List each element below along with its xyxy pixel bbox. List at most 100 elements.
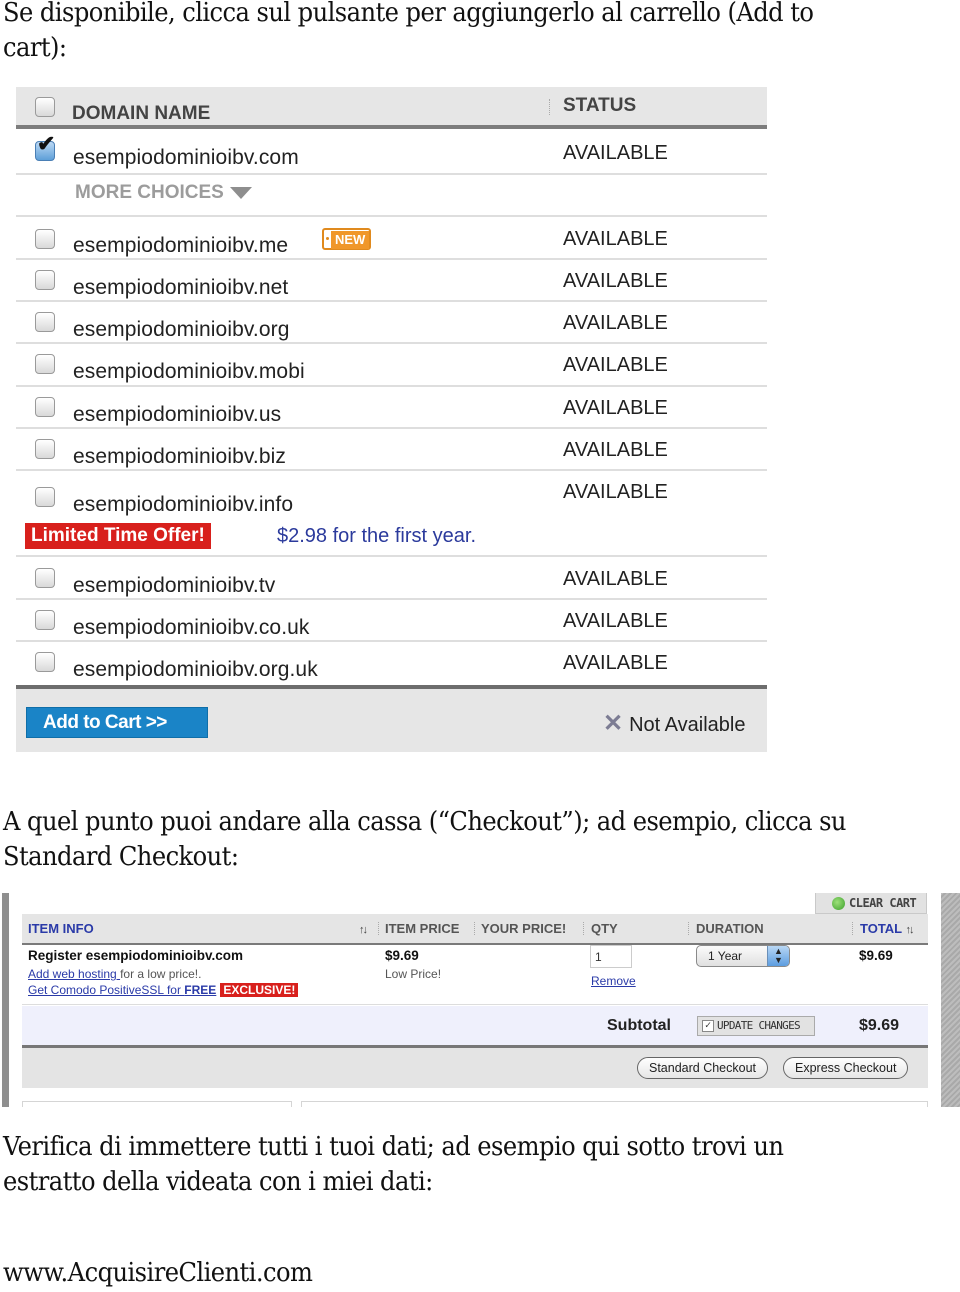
- domain-checkbox[interactable]: [35, 652, 55, 672]
- domain-checkbox[interactable]: [35, 487, 55, 507]
- checkout-bar: Standard Checkout Express Checkout: [22, 1048, 928, 1088]
- more-choices-toggle[interactable]: MORE CHOICES: [75, 182, 252, 204]
- more-choices-row[interactable]: MORE CHOICES: [16, 175, 767, 217]
- domain-status: AVAILABLE: [563, 228, 668, 250]
- duration-value: 1 Year: [708, 949, 743, 963]
- duration-select[interactable]: 1 Year ▲ ▼: [696, 945, 790, 967]
- column-separator: [378, 922, 379, 935]
- domain-status: AVAILABLE: [563, 397, 668, 419]
- domain-name: esempiodominioibv.org: [73, 318, 290, 341]
- select-stepper-icon: ▲ ▼: [767, 946, 789, 966]
- comodo-ssl-link[interactable]: Get Comodo PositiveSSL for FREE: [28, 983, 216, 997]
- item-total: $9.69: [859, 948, 893, 963]
- domain-name: esempiodominioibv.net: [73, 276, 289, 299]
- offer-text: $2.98 for the first year.: [277, 525, 476, 547]
- domain-name: esempiodominioibv.us: [73, 403, 282, 426]
- total-label: TOTAL: [860, 921, 902, 936]
- domain-checkbox[interactable]: [35, 312, 55, 332]
- domain-row[interactable]: esempiodominioibv.me NEW AVAILABLE: [16, 217, 767, 260]
- cart-item-row: Register esempiodominioibv.com Add web h…: [22, 945, 928, 1005]
- ssl-line: Get Comodo PositiveSSL for FREE EXCLUSIVE…: [28, 983, 299, 997]
- domain-row[interactable]: esempiodominioibv.net AVAILABLE: [16, 260, 767, 302]
- column-separator: [474, 922, 475, 935]
- domain-name: esempiodominioibv.tv: [73, 574, 276, 597]
- update-changes-button[interactable]: ✓ UPDATE CHANGES: [697, 1016, 815, 1036]
- domain-name: esempiodominioibv.info: [73, 493, 294, 516]
- domain-checkbox-checked[interactable]: ✔: [35, 133, 55, 161]
- domain-row-primary[interactable]: ✔ esempiodominioibv.com AVAILABLE: [16, 133, 767, 175]
- standard-checkout-button[interactable]: Standard Checkout: [637, 1057, 769, 1079]
- not-available-label: Not Available: [629, 714, 746, 736]
- left-border: [2, 893, 9, 1107]
- domain-status: AVAILABLE: [563, 142, 668, 164]
- intro-text-line-2: cart):: [3, 33, 67, 63]
- domain-name: esempiodominioibv.org.uk: [73, 658, 318, 681]
- ssl-free-text: FREE: [184, 983, 217, 997]
- domain-row-with-offer[interactable]: esempiodominioibv.info AVAILABLE Limited…: [16, 471, 767, 557]
- scrollbar[interactable]: [941, 893, 960, 1107]
- item-price: $9.69: [385, 948, 419, 963]
- domain-row[interactable]: esempiodominioibv.mobi AVAILABLE: [16, 344, 767, 387]
- remove-link[interactable]: Remove: [591, 974, 636, 988]
- qty-column-header: QTY: [591, 921, 618, 936]
- column-separator: [688, 922, 689, 935]
- domain-name: esempiodominioibv.me: [73, 234, 289, 257]
- domain-row[interactable]: esempiodominioibv.biz AVAILABLE: [16, 429, 767, 471]
- column-separator: [583, 922, 584, 935]
- new-badge: NEW: [322, 228, 372, 250]
- verify-text-line-1: Verifica di immettere tutti i tuoi dati;…: [3, 1132, 784, 1162]
- form-box-right: [301, 1101, 928, 1107]
- ssl-link-text: Get Comodo PositiveSSL for: [28, 983, 185, 997]
- cart-table-header: ITEM INFO ↑↓ ITEM PRICE YOUR PRICE! QTY …: [22, 914, 928, 945]
- quantity-input[interactable]: [590, 945, 632, 968]
- total-column-header[interactable]: TOTAL ↑↓: [860, 921, 915, 936]
- subtotal-label: Subtotal: [607, 1017, 671, 1034]
- item-price-column-header: ITEM PRICE: [385, 921, 460, 936]
- domain-name: esempiodominioibv.biz: [73, 445, 286, 468]
- domain-name: esempiodominioibv.mobi: [73, 360, 305, 383]
- shopping-cart: CLEAR CART ITEM INFO ↑↓ ITEM PRICE YOUR …: [0, 893, 960, 1107]
- domain-row[interactable]: esempiodominioibv.org AVAILABLE: [16, 302, 767, 344]
- domain-row[interactable]: esempiodominioibv.org.uk AVAILABLE: [16, 642, 767, 685]
- domain-checkbox[interactable]: [35, 568, 55, 588]
- domain-checkbox[interactable]: [35, 229, 55, 249]
- domain-checkbox[interactable]: [35, 610, 55, 630]
- domain-row[interactable]: esempiodominioibv.tv AVAILABLE: [16, 557, 767, 600]
- new-badge-label: NEW: [331, 231, 370, 249]
- sort-icon: ↑↓: [905, 924, 915, 936]
- add-web-hosting-link[interactable]: Add web hosting: [28, 967, 120, 981]
- domain-status: AVAILABLE: [563, 568, 668, 590]
- price-note: Low Price!: [385, 967, 442, 981]
- footer-url: www.AcquisireClienti.com: [3, 1258, 313, 1288]
- column-separator: [852, 922, 853, 935]
- express-checkout-button[interactable]: Express Checkout: [783, 1057, 909, 1079]
- sort-icon: ↑↓: [359, 924, 368, 936]
- item-info-column-header[interactable]: ITEM INFO: [28, 921, 94, 936]
- domain-status: AVAILABLE: [563, 439, 668, 461]
- domain-checkbox[interactable]: [35, 439, 55, 459]
- triangle-down-icon: [229, 186, 252, 199]
- domain-status: AVAILABLE: [563, 481, 668, 503]
- domain-checkbox[interactable]: [35, 397, 55, 417]
- hosting-suffix: for a low price!.: [120, 967, 202, 981]
- item-info-sort[interactable]: ↑↓: [359, 921, 368, 936]
- add-to-cart-button[interactable]: Add to Cart >>: [26, 707, 208, 738]
- domain-row[interactable]: esempiodominioibv.co.uk AVAILABLE: [16, 600, 767, 642]
- refresh-icon: [832, 897, 845, 910]
- more-choices-label: MORE CHOICES: [75, 182, 224, 203]
- checkmark-icon: ✓: [702, 1020, 714, 1032]
- verify-text-line-2: estratto della videata con i miei dati:: [3, 1167, 433, 1197]
- domain-checkbox[interactable]: [35, 354, 55, 374]
- domain-checkbox[interactable]: [35, 270, 55, 290]
- checkout-text-line-1: A quel punto puoi andare alla cassa (“Ch…: [3, 807, 847, 837]
- limited-offer-badge: Limited Time Offer!: [25, 523, 211, 549]
- domain-search-results: DOMAIN NAME STATUS ✔ esempiodominioibv.c…: [16, 87, 767, 752]
- domain-row[interactable]: esempiodominioibv.us AVAILABLE: [16, 387, 767, 429]
- domain-name-column-header: DOMAIN NAME: [72, 103, 211, 124]
- clear-cart-button[interactable]: CLEAR CART: [815, 893, 927, 914]
- select-all-checkbox[interactable]: [35, 97, 55, 117]
- checkmark-icon: ✔: [37, 131, 56, 156]
- status-column-header: STATUS: [563, 95, 637, 116]
- domain-status: AVAILABLE: [563, 270, 668, 292]
- domain-status: AVAILABLE: [563, 652, 668, 674]
